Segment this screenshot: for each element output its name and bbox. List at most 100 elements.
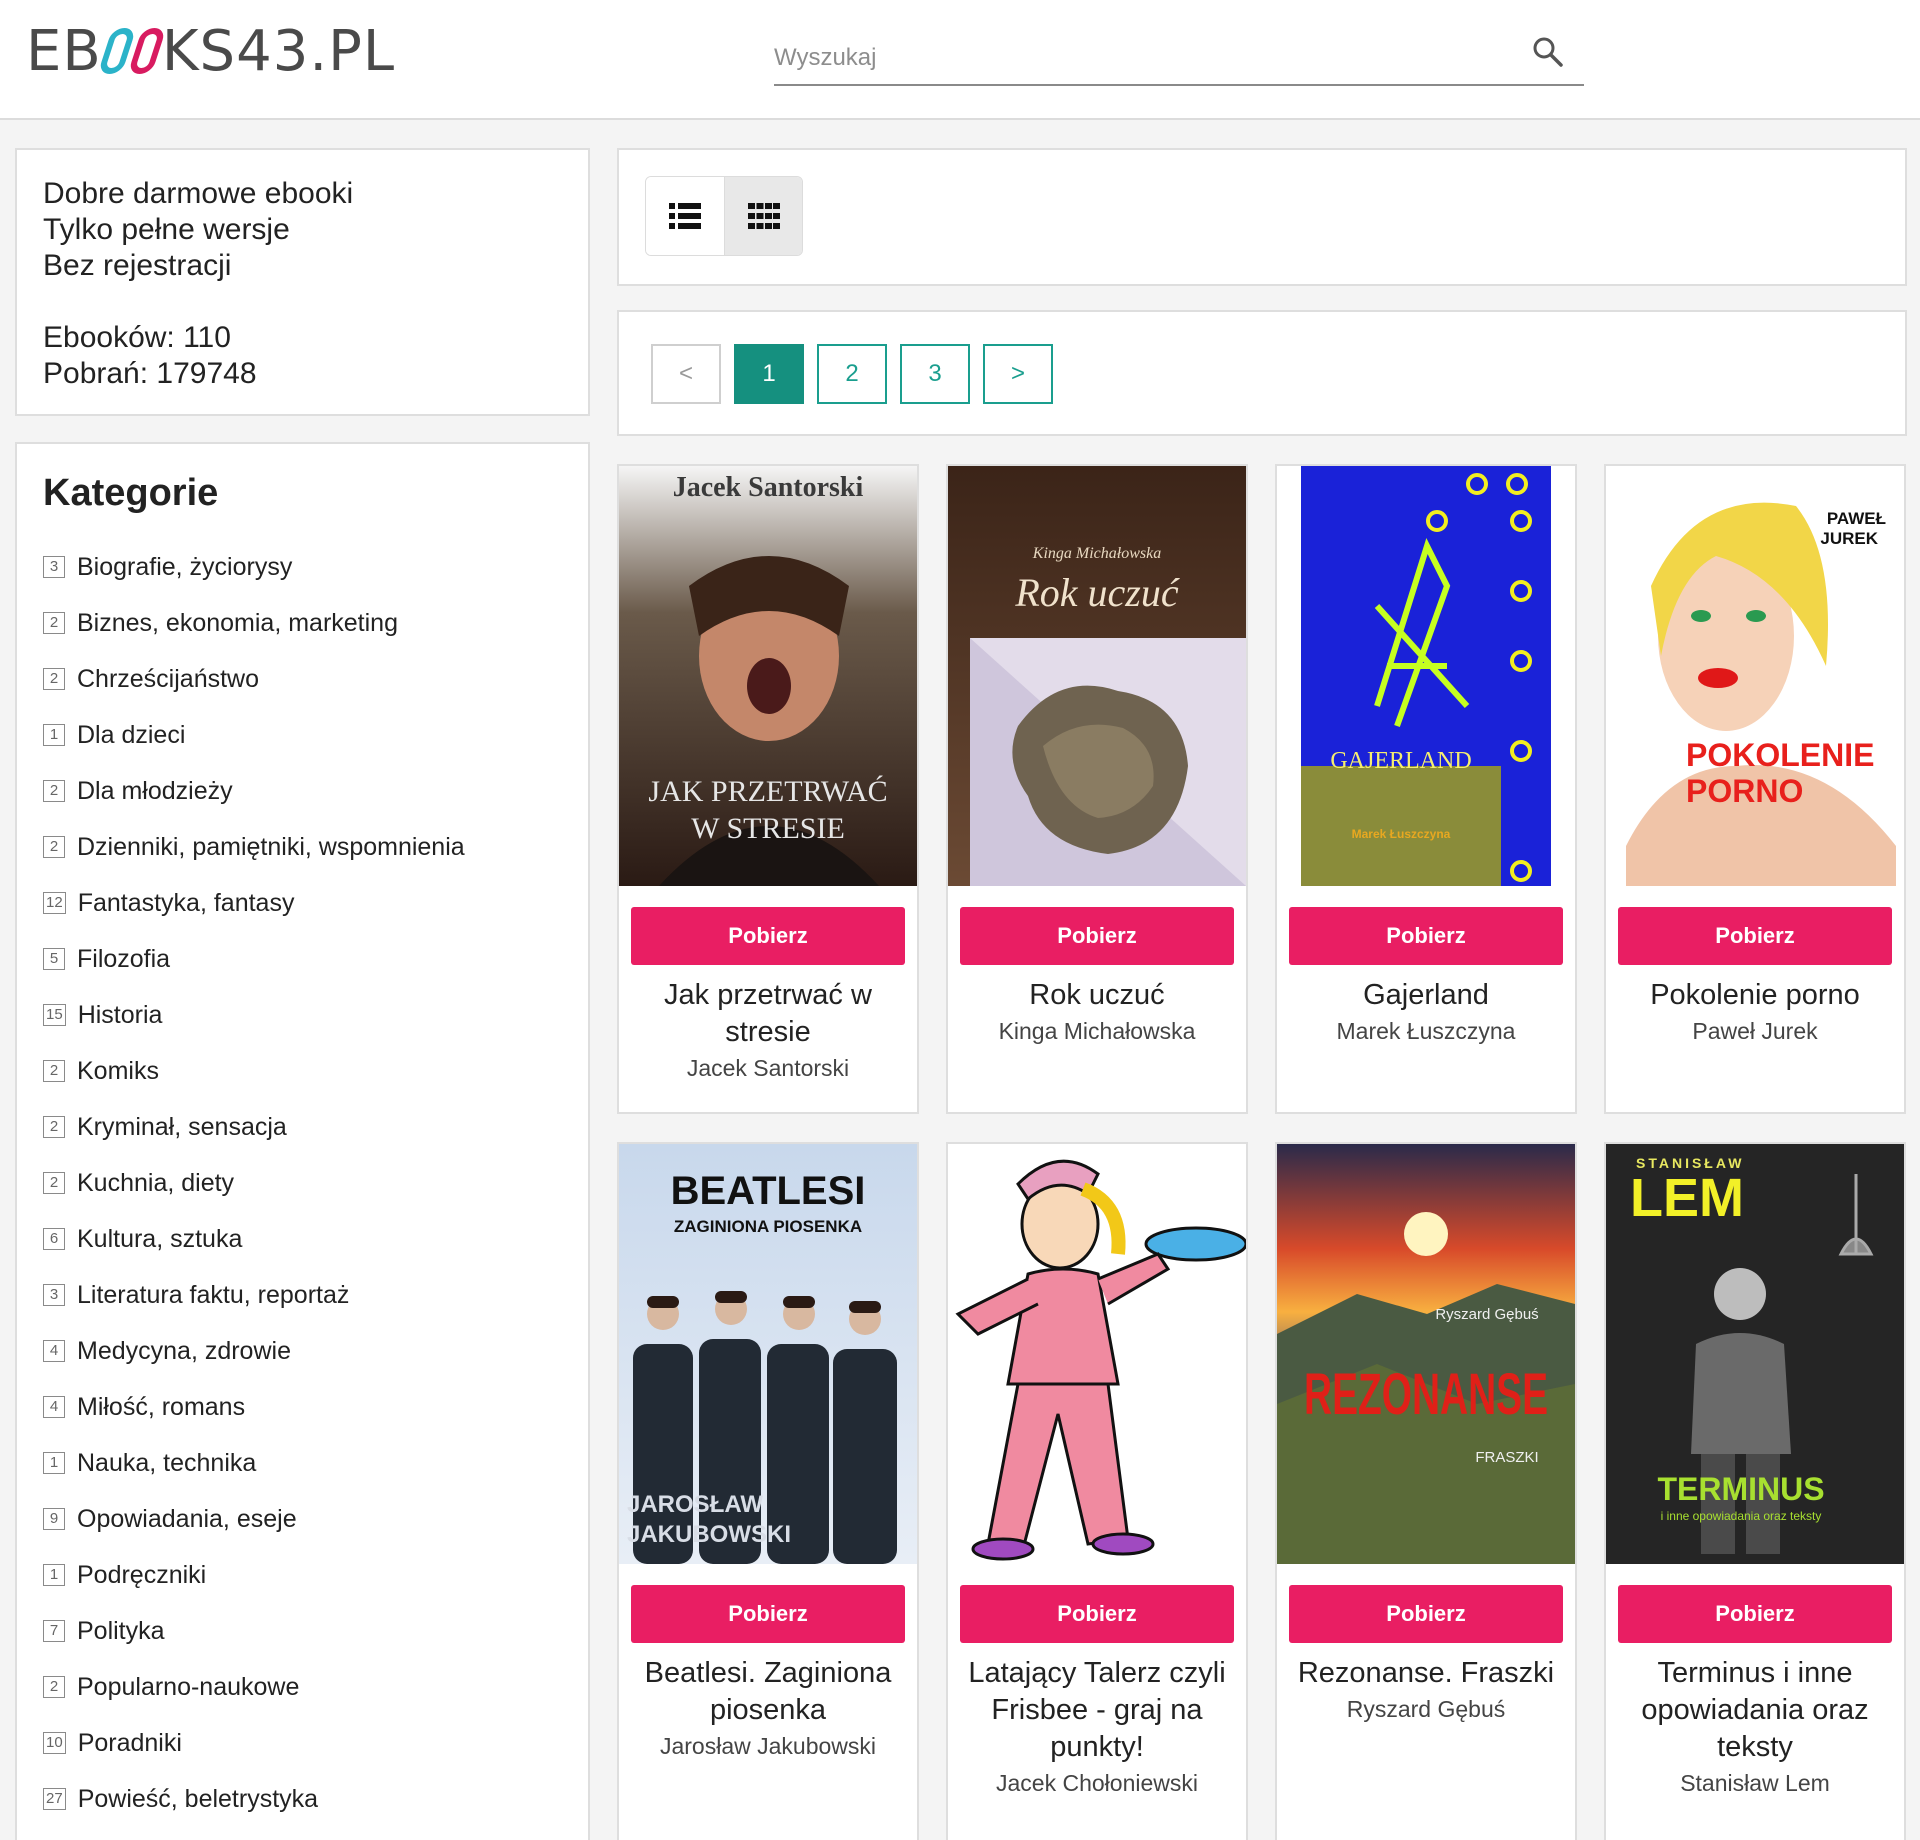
download-button[interactable]: Pobierz: [1289, 907, 1563, 965]
category-count: 12: [43, 892, 66, 914]
book-cover-image[interactable]: PAWEŁ JUREK POKOLENIE PORNO: [1606, 466, 1904, 886]
info-line: Dobre darmowe ebooki: [43, 177, 354, 210]
category-item[interactable]: 10 Poradniki: [43, 1715, 562, 1771]
page-button-3[interactable]: 3: [900, 344, 970, 404]
book-title[interactable]: Pokolenie porno: [1606, 965, 1904, 1014]
category-label: Historia: [77, 1000, 163, 1029]
book-cover-image[interactable]: Jacek Santorski JAK PRZETRWAĆ W STRESIE: [619, 466, 917, 886]
category-item[interactable]: 4 Medycyna, zdrowie: [43, 1323, 562, 1379]
search-bar: [774, 30, 1584, 86]
download-button[interactable]: Pobierz: [631, 907, 905, 965]
grid-view-button[interactable]: [724, 177, 802, 255]
pagination-panel: < 1 2 3 >: [617, 310, 1907, 436]
book-author: Kinga Michałowska: [998, 1018, 1196, 1044]
category-item[interactable]: 6 Kultura, sztuka: [43, 1211, 562, 1267]
book-cover-image[interactable]: Kinga Michałowska Rok uczuć: [948, 466, 1246, 886]
book-title[interactable]: Beatlesi. Zaginiona piosenka: [619, 1643, 917, 1729]
cover-subtitle-text: ZAGINIONA PIOSENKA: [674, 1217, 862, 1236]
category-count: 4: [43, 1340, 65, 1362]
category-count: 2: [43, 1172, 65, 1194]
category-item[interactable]: 27 Powieść, beletrystyka: [43, 1771, 562, 1827]
category-item[interactable]: 4 Miłość, romans: [43, 1379, 562, 1435]
category-item[interactable]: 2 Dzienniki, pamiętniki, wspomnienia: [43, 819, 562, 875]
download-button[interactable]: Pobierz: [960, 907, 1234, 965]
download-button[interactable]: Pobierz: [960, 1585, 1234, 1643]
download-button[interactable]: Pobierz: [1618, 907, 1892, 965]
category-count: 4: [43, 1396, 65, 1418]
cover-title-text: TERMINUS: [1657, 1471, 1824, 1507]
cover-author-text: JAROSŁAW: [627, 1491, 763, 1518]
book-title[interactable]: Latający Talerz czyli Frisbee - graj na …: [948, 1643, 1246, 1766]
download-button[interactable]: Pobierz: [631, 1585, 905, 1643]
category-item[interactable]: 1 Dla dzieci: [43, 707, 562, 763]
next-page-button[interactable]: >: [983, 344, 1053, 404]
book-cover-image[interactable]: [948, 1144, 1248, 1564]
category-item[interactable]: 1 Nauka, technika: [43, 1435, 562, 1491]
view-toggle-group: [645, 176, 803, 256]
category-item[interactable]: 2 Biznes, ekonomia, marketing: [43, 595, 562, 651]
site-info-panel: Dobre darmowe ebooki Tylko pełne wersje …: [15, 148, 590, 416]
book-title[interactable]: Terminus i inne opowiadania oraz teksty: [1606, 1643, 1904, 1766]
category-label: Poradniki: [77, 1728, 182, 1757]
book-card: Kinga Michałowska Rok uczuć Pobierz Rok …: [946, 464, 1248, 1114]
cover-author-text: JAKUBOWSKI: [627, 1521, 791, 1548]
book-cover-image[interactable]: STANISŁAW LEM TERMINUS i inne opowiadani…: [1606, 1144, 1904, 1564]
download-button[interactable]: Pobierz: [1618, 1585, 1892, 1643]
book-title[interactable]: Gajerland: [1277, 965, 1575, 1014]
cover-author-text: Jacek Santorski: [673, 472, 864, 503]
search-icon[interactable]: [1530, 34, 1566, 70]
category-count: 1: [43, 1564, 65, 1586]
category-item[interactable]: 2 Kuchnia, diety: [43, 1155, 562, 1211]
category-item[interactable]: 7 Polityka: [43, 1603, 562, 1659]
category-item[interactable]: 2 Chrześcijaństwo: [43, 651, 562, 707]
page-button-1[interactable]: 1: [734, 344, 804, 404]
category-count: 27: [43, 1788, 66, 1810]
category-item[interactable]: 1 Podręczniki: [43, 1547, 562, 1603]
cover-author-text: LEM: [1630, 1168, 1744, 1228]
category-item[interactable]: 2 Dla młodzieży: [43, 763, 562, 819]
info-line: Tylko pełne wersje: [43, 213, 290, 246]
cover-author-text: Kinga Michałowska: [1032, 545, 1161, 562]
category-count: 2: [43, 612, 65, 634]
category-label: Medycyna, zdrowie: [77, 1336, 291, 1365]
category-count: 7: [43, 1620, 65, 1642]
category-item[interactable]: 2 Popularno-naukowe: [43, 1659, 562, 1715]
category-count: 15: [43, 1004, 66, 1026]
cover-author-text: Marek Łuszczyna: [1352, 827, 1451, 841]
category-item[interactable]: 3 Biografie, życiorysy: [43, 539, 562, 595]
book-author: Paweł Jurek: [1692, 1018, 1818, 1044]
category-item[interactable]: 9 Opowiadania, eseje: [43, 1491, 562, 1547]
category-count: 2: [43, 1676, 65, 1698]
category-item[interactable]: 2 Kryminał, sensacja: [43, 1099, 562, 1155]
cover-author-text: Ryszard Gębuś: [1435, 1306, 1538, 1323]
category-item[interactable]: 5 Filozofia: [43, 931, 562, 987]
category-item[interactable]: 2 Komiks: [43, 1043, 562, 1099]
book-cover-image[interactable]: GAJERLAND Marek Łuszczyna: [1277, 466, 1575, 886]
list-view-icon: [669, 203, 701, 229]
search-input[interactable]: [774, 40, 1514, 76]
category-label: Dzienniki, pamiętniki, wspomnienia: [77, 832, 465, 861]
book-cover-image[interactable]: BEATLESI ZAGINIONA PIOSENKA JAROSŁAW JAK…: [619, 1144, 917, 1564]
categories-title: Kategorie: [43, 472, 219, 514]
category-item[interactable]: 12 Fantastyka, fantasy: [43, 875, 562, 931]
book-title[interactable]: Jak przetrwać w stresie: [619, 965, 917, 1051]
cover-subtitle-text: i inne opowiadania oraz teksty: [1661, 1509, 1822, 1523]
category-count: 2: [43, 780, 65, 802]
prev-page-button[interactable]: <: [651, 344, 721, 404]
page-button-2[interactable]: 2: [817, 344, 887, 404]
category-count: 1: [43, 724, 65, 746]
category-item[interactable]: 15 Historia: [43, 987, 562, 1043]
book-cover-image[interactable]: Ryszard Gębuś REZONANSE FRASZKI: [1277, 1144, 1575, 1564]
list-view-button[interactable]: [646, 177, 724, 255]
cover-title-text: POKOLENIE: [1686, 737, 1874, 773]
pagination: < 1 2 3 >: [651, 344, 1066, 404]
category-count: 5: [43, 948, 65, 970]
download-button[interactable]: Pobierz: [1289, 1585, 1563, 1643]
category-label: Literatura faktu, reportaż: [77, 1280, 350, 1309]
category-count: 6: [43, 1228, 65, 1250]
category-label: Polityka: [77, 1616, 165, 1645]
book-title[interactable]: Rok uczuć: [948, 965, 1246, 1014]
site-logo[interactable]: EB KS43.PL: [26, 22, 395, 82]
book-title[interactable]: Rezonanse. Fraszki: [1277, 1643, 1575, 1692]
category-item[interactable]: 3 Literatura faktu, reportaż: [43, 1267, 562, 1323]
